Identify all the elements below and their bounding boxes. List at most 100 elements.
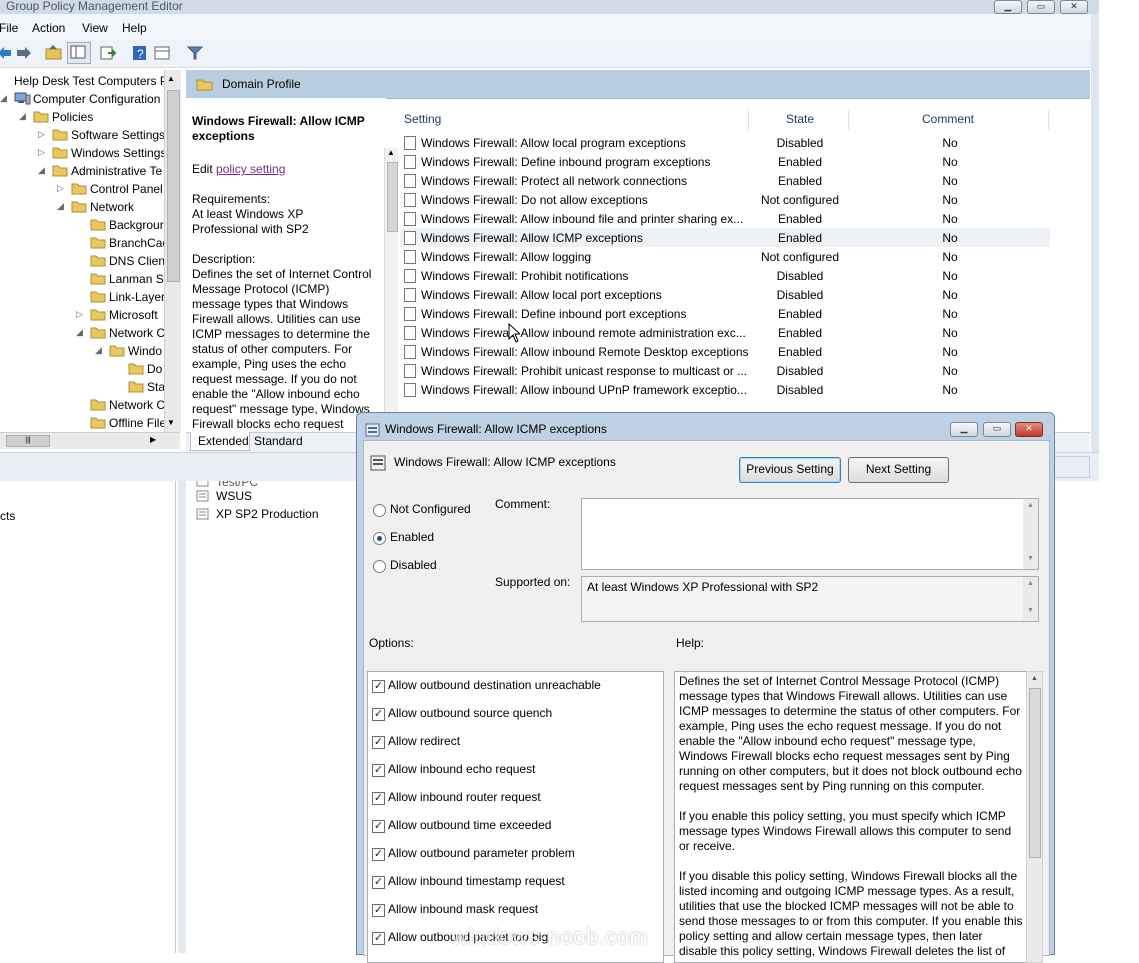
expand-arrow-icon[interactable]: ▷ [38, 147, 45, 158]
setting-comment: No [942, 212, 958, 226]
collapse-arrow-icon[interactable]: ◢ [76, 327, 83, 338]
expand-arrow-icon[interactable]: ▷ [76, 309, 83, 320]
settings-row[interactable]: Windows Firewall: Allow logging Not confi… [400, 247, 1050, 266]
option-checkbox[interactable]: ✓ [372, 736, 385, 749]
description-scroll-thumb[interactable] [387, 162, 398, 232]
scroll-down-arrow-icon[interactable]: ▼ [1027, 555, 1034, 562]
minimize-button[interactable]: ▁ [994, 0, 1022, 14]
option-checkbox[interactable]: ✓ [372, 848, 385, 861]
folder-icon [52, 127, 69, 141]
scroll-up-arrow-icon[interactable]: ▲ [387, 148, 395, 157]
help-scrollbar[interactable]: ▲ [1026, 671, 1043, 963]
menu-file[interactable]: File [0, 21, 18, 35]
tree-scroll-thumb[interactable] [167, 90, 180, 282]
settings-row[interactable]: Windows Firewall: Allow inbound remote a… [400, 323, 1050, 342]
radio-not-configured[interactable] [373, 504, 386, 517]
supported-scrollbar[interactable]: ▲ ▼ [1023, 577, 1038, 621]
tree-hscroll-thumb[interactable]: ||| [6, 435, 50, 447]
scroll-up-arrow-icon[interactable]: ▲ [1027, 580, 1034, 587]
collapse-arrow-icon[interactable]: ◢ [19, 111, 26, 122]
export-list-icon[interactable] [98, 43, 120, 63]
menu-view[interactable]: View [82, 21, 108, 35]
comment-scrollbar[interactable]: ▲ ▼ [1023, 499, 1038, 569]
column-header-setting[interactable]: Setting [404, 112, 441, 126]
dialog-minimize-button[interactable]: ▁ [950, 422, 978, 437]
filter-icon[interactable] [185, 43, 207, 63]
settings-row[interactable]: Windows Firewall: Allow inbound UPnP fra… [400, 380, 1050, 399]
tree-item-label: Sta [147, 380, 166, 394]
tree-item-label: Microsoft [109, 308, 158, 322]
settings-row[interactable]: Windows Firewall: Prohibit unicast respo… [400, 361, 1050, 380]
scroll-up-arrow-icon[interactable]: ▲ [1031, 675, 1038, 682]
setting-state: Enabled [777, 345, 823, 359]
tree-horizontal-scrollbar[interactable]: ||| ▶ [0, 432, 180, 449]
scroll-down-arrow-icon[interactable]: ▼ [167, 418, 175, 427]
radio-disabled[interactable] [373, 560, 386, 573]
scroll-down-arrow-icon[interactable]: ▼ [1027, 607, 1034, 614]
setting-comment: No [942, 288, 958, 302]
settings-row[interactable]: Windows Firewall: Allow local program ex… [400, 133, 1050, 152]
dialog-maximize-button[interactable]: ▭ [983, 422, 1011, 437]
folder-icon [33, 109, 50, 123]
option-checkbox[interactable]: ✓ [372, 904, 385, 917]
option-checkbox[interactable]: ✓ [372, 708, 385, 721]
gpo-list-item[interactable]: XP SP2 Production [216, 507, 319, 521]
expand-arrow-icon[interactable]: ▷ [38, 129, 45, 140]
option-checkbox[interactable]: ✓ [372, 820, 385, 833]
gpo-list-item[interactable]: WSUS [216, 489, 252, 503]
option-checkbox[interactable]: ✓ [372, 680, 385, 693]
tab-standard[interactable]: Standard [254, 434, 303, 448]
scroll-up-arrow-icon[interactable]: ▲ [167, 74, 175, 83]
tree-vertical-scrollbar[interactable]: ▲ ▼ [164, 70, 181, 432]
option-checkbox[interactable]: ✓ [372, 792, 385, 805]
edit-prefix: Edit [192, 162, 217, 176]
description-scrollbar[interactable]: ▲ [384, 148, 399, 430]
collapse-arrow-icon[interactable]: ◢ [95, 345, 102, 356]
next-setting-button[interactable]: Next Setting [848, 457, 949, 483]
settings-row[interactable]: Windows Firewall: Allow inbound Remote D… [400, 342, 1050, 361]
policy-setting-icon [404, 345, 416, 359]
previous-setting-button[interactable]: Previous Setting [739, 457, 841, 483]
forward-arrow-icon[interactable] [14, 43, 36, 63]
option-label: Allow outbound parameter problem [388, 846, 575, 860]
column-header-comment[interactable]: Comment [922, 112, 974, 126]
window-right-border [1091, 14, 1099, 481]
settings-row[interactable]: Windows Firewall: Define inbound port ex… [400, 304, 1050, 323]
menu-action[interactable]: Action [32, 21, 65, 35]
maximize-button[interactable]: ▭ [1027, 0, 1055, 14]
dialog-close-button[interactable]: ✕ [1015, 422, 1043, 437]
option-checkbox[interactable]: ✓ [372, 932, 385, 945]
option-checkbox[interactable]: ✓ [372, 764, 385, 777]
option-checkbox[interactable]: ✓ [372, 876, 385, 889]
setting-comment: No [942, 174, 958, 188]
menu-help[interactable]: Help [122, 21, 147, 35]
settings-row[interactable]: Windows Firewall: Define inbound program… [400, 152, 1050, 171]
column-header-state[interactable]: State [786, 112, 814, 126]
scroll-right-arrow-icon[interactable]: ▶ [150, 435, 156, 444]
supported-on-value: At least Windows XP Professional with SP… [587, 580, 819, 594]
collapse-arrow-icon[interactable]: ◢ [57, 201, 64, 212]
comment-field[interactable]: ▲ ▼ [581, 498, 1039, 570]
settings-row[interactable]: Windows Firewall: Prohibit notifications… [400, 266, 1050, 285]
close-button[interactable]: ✕ [1060, 0, 1088, 14]
setting-name: Windows Firewall: Allow inbound remote a… [421, 326, 746, 340]
help-icon[interactable]: ? [130, 43, 152, 63]
radio-enabled-label: Enabled [390, 530, 435, 544]
help-scroll-thumb[interactable] [1029, 688, 1041, 858]
up-folder-icon[interactable] [44, 43, 66, 63]
settings-row[interactable]: Windows Firewall: Allow ICMP exceptions E… [400, 228, 1050, 247]
settings-row[interactable]: Windows Firewall: Allow local port excep… [400, 285, 1050, 304]
radio-enabled[interactable] [373, 532, 386, 545]
settings-row[interactable]: Windows Firewall: Allow inbound file and… [400, 209, 1050, 228]
settings-row[interactable]: Windows Firewall: Do not allow exception… [400, 190, 1050, 209]
show-hide-tree-icon[interactable] [67, 42, 91, 64]
edit-policy-link[interactable]: policy setting [216, 162, 285, 176]
expand-arrow-icon[interactable]: ▷ [57, 183, 64, 194]
scroll-up-arrow-icon[interactable]: ▲ [1027, 502, 1034, 509]
settings-row[interactable]: Windows Firewall: Protect all network co… [400, 171, 1050, 190]
collapse-arrow-icon[interactable]: ◢ [38, 165, 45, 176]
tab-extended[interactable]: Extended [190, 432, 250, 451]
properties-icon[interactable] [152, 43, 174, 63]
window-titlebar[interactable]: Group Policy Management Editor ▁ ▭ ✕ [0, 0, 1099, 14]
collapse-arrow-icon[interactable]: ◢ [0, 93, 7, 104]
